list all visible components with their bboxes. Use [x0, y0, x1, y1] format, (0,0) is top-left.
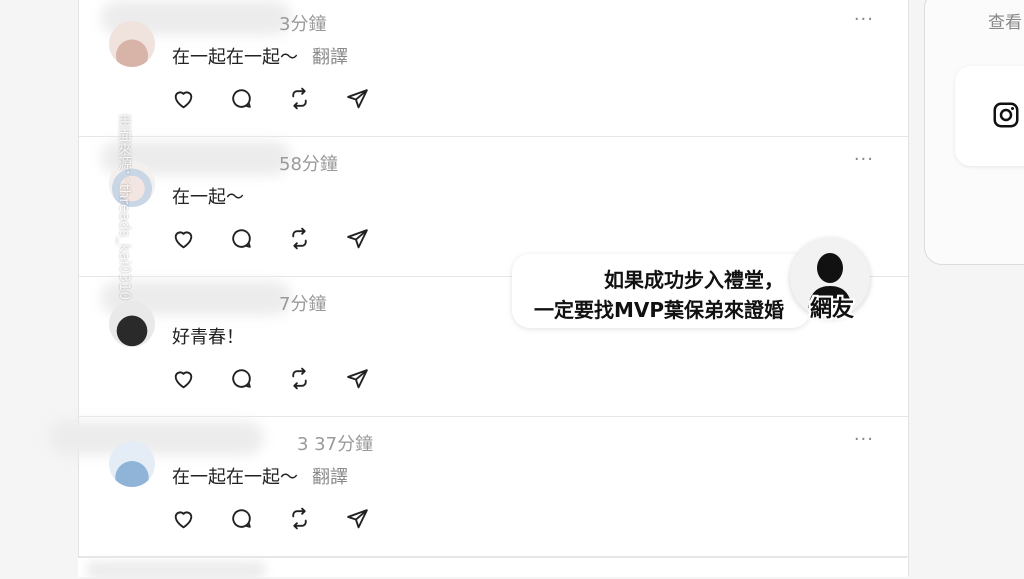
share-icon[interactable] — [345, 226, 370, 251]
heart-icon[interactable] — [171, 86, 196, 111]
post-time: 7分鐘 — [279, 294, 327, 315]
caption-bubble: 如果成功步入禮堂， 一定要找MVP葉保弟來證婚 — [512, 254, 810, 328]
comment-icon[interactable] — [229, 366, 254, 391]
post-text-content: 在一起～ — [172, 187, 244, 208]
post-actions — [171, 86, 370, 111]
repost-icon[interactable] — [287, 366, 312, 391]
post-text-content: 在一起在一起～ — [172, 47, 298, 68]
translate-link[interactable]: 翻譯 — [312, 467, 348, 488]
translate-link[interactable]: 翻譯 — [312, 47, 348, 68]
share-icon[interactable] — [345, 86, 370, 111]
instagram-icon — [993, 102, 1019, 128]
comment-icon[interactable] — [229, 226, 254, 251]
repost-icon[interactable] — [287, 86, 312, 111]
more-options-button[interactable]: ··· — [854, 9, 874, 30]
avatar[interactable] — [109, 301, 155, 347]
heart-icon[interactable] — [171, 366, 196, 391]
post-text: 好青春！ — [172, 323, 244, 349]
post-time: 3分鐘 — [279, 14, 327, 35]
more-options-button[interactable]: ··· — [854, 149, 874, 170]
see-more-link[interactable]: 查看 — [988, 8, 1022, 33]
repost-icon[interactable] — [287, 506, 312, 531]
avatar[interactable] — [109, 21, 155, 67]
avatar[interactable] — [109, 441, 155, 487]
post-actions — [171, 366, 370, 391]
comment-icon[interactable] — [229, 506, 254, 531]
post-item: 3 37分鐘 在一起在一起～ 翻譯 ··· — [49, 417, 908, 557]
post-actions — [171, 226, 370, 251]
blurred-username — [86, 561, 266, 579]
post-item: 3分鐘 在一起在一起～ 翻譯 ··· — [79, 0, 908, 137]
caption-line-1: 如果成功步入禮堂， — [604, 268, 784, 292]
repost-icon[interactable] — [287, 226, 312, 251]
share-icon[interactable] — [345, 366, 370, 391]
instagram-card[interactable] — [955, 66, 1024, 166]
caption-line-2: 一定要找MVP葉保弟來證婚 — [533, 298, 784, 322]
post-actions — [171, 506, 370, 531]
more-options-button[interactable]: ··· — [854, 429, 874, 450]
heart-icon[interactable] — [171, 506, 196, 531]
post-time: 3 37分鐘 — [297, 434, 374, 455]
heart-icon[interactable] — [171, 226, 196, 251]
comment-icon[interactable] — [229, 86, 254, 111]
post-text: 在一起在一起～ 翻譯 — [172, 43, 348, 69]
share-icon[interactable] — [345, 506, 370, 531]
next-post-edge — [78, 557, 907, 579]
speaker-label: 網友 — [809, 297, 854, 322]
source-watermark: 畫面來源：threads_kai0310 — [116, 114, 132, 301]
post-text: 在一起在一起～ 翻譯 — [172, 463, 348, 489]
blurred-username — [49, 421, 264, 455]
post-time: 58分鐘 — [279, 154, 338, 175]
post-text-content: 在一起在一起～ — [172, 467, 298, 488]
post-text-content: 好青春！ — [172, 327, 244, 348]
post-text: 在一起～ — [172, 183, 244, 209]
